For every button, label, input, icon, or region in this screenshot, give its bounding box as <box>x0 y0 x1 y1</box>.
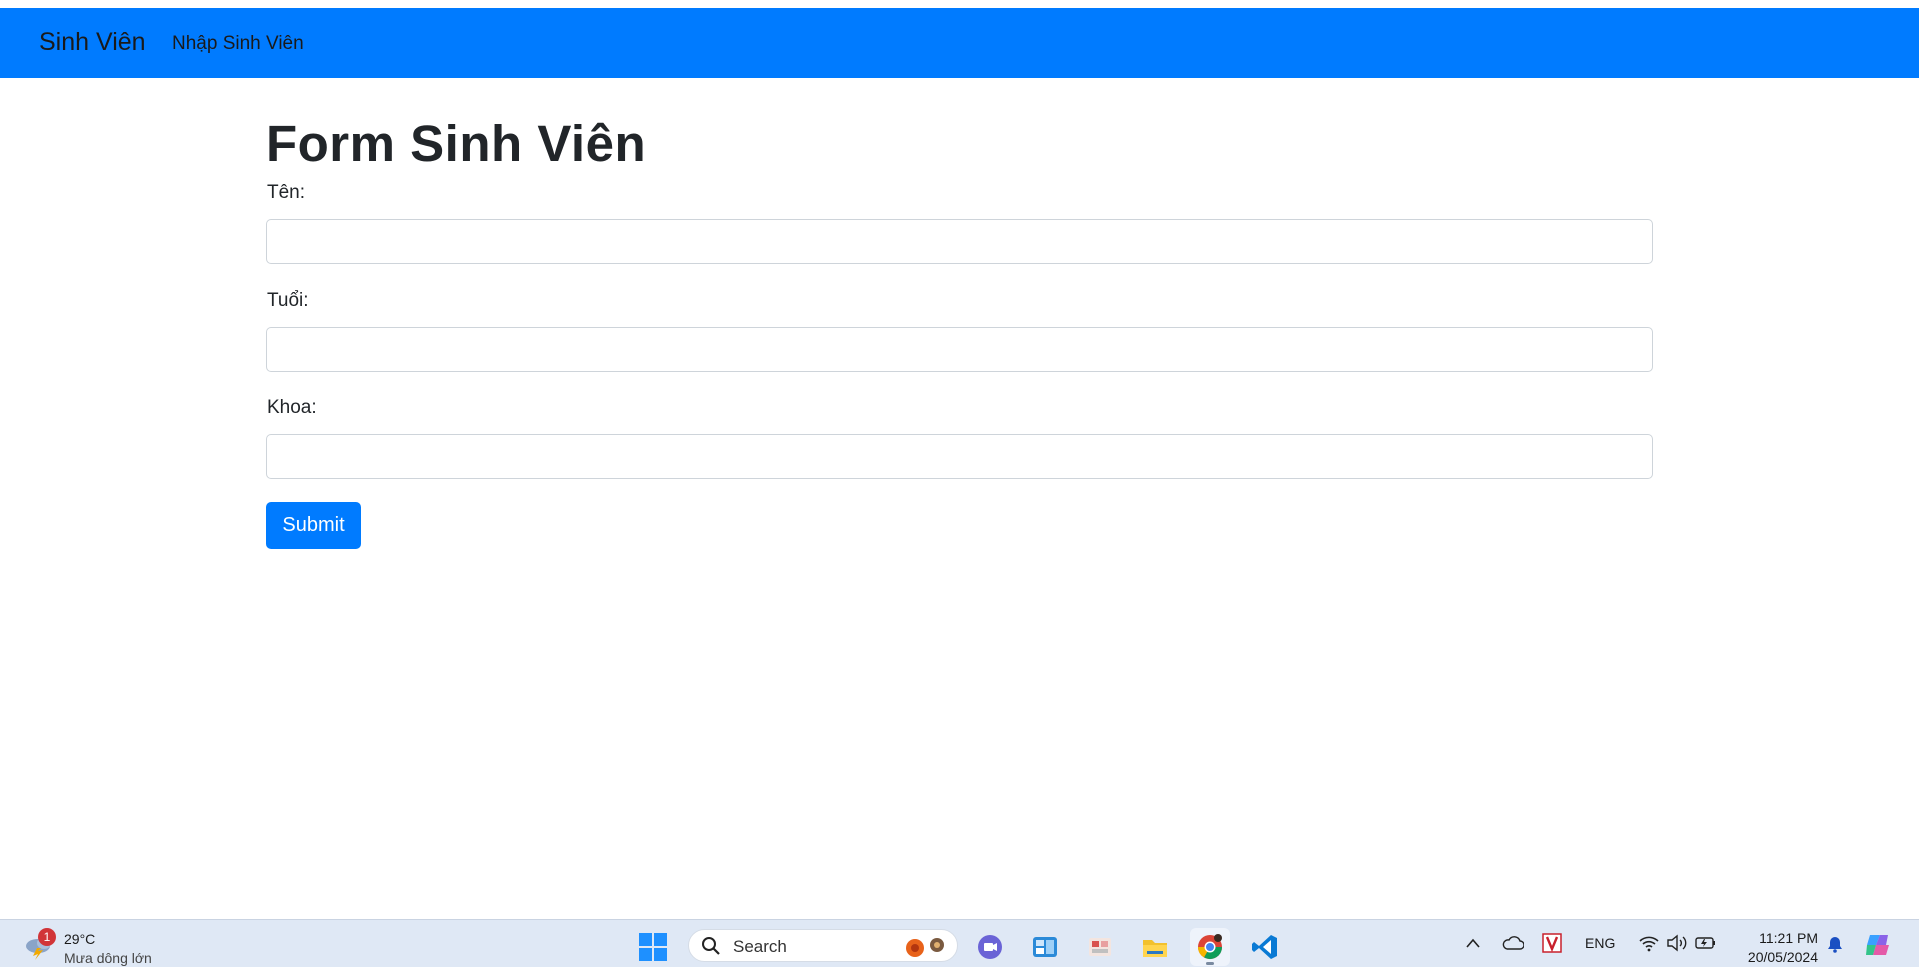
start-icon[interactable] <box>638 932 668 962</box>
chrome-icon <box>1198 934 1222 960</box>
search-placeholder: Search <box>733 937 787 956</box>
name-input[interactable] <box>266 219 1653 264</box>
notification-badge: 1 <box>38 928 56 946</box>
age-label: Tuổi: <box>267 290 309 311</box>
page-title: Form Sinh Viên <box>266 115 647 172</box>
name-label: Tên: <box>267 182 306 203</box>
nav-link-nhap-sinh-vien[interactable]: Nhập Sinh Viên <box>172 33 304 55</box>
copilot-icon[interactable] <box>1864 931 1892 959</box>
onedrive-icon[interactable] <box>1502 935 1524 951</box>
file-explorer-app[interactable] <box>1135 928 1175 966</box>
chrome-app[interactable] <box>1190 928 1230 966</box>
wifi-icon[interactable] <box>1638 934 1660 952</box>
taskbar: 1 29°C Mưa dông lớn Search ENG 11:21 PM … <box>0 919 1919 967</box>
navbar-brand[interactable]: Sinh Viên <box>39 28 146 57</box>
active-indicator <box>1206 962 1214 965</box>
widgets-app[interactable] <box>1025 928 1065 966</box>
navbar: Sinh Viên Nhập Sinh Viên <box>0 8 1919 78</box>
vscode-icon <box>1252 935 1277 959</box>
antivirus-icon[interactable] <box>1542 933 1562 953</box>
clock-time: 11:21 PM <box>1759 930 1818 946</box>
search-highlight-icon <box>906 938 944 957</box>
weather-temperature: 29°C <box>64 931 96 947</box>
media-icon <box>1089 938 1111 956</box>
weather-condition: Mưa dông lớn <box>64 950 152 966</box>
search-icon <box>702 937 720 955</box>
submit-button[interactable]: Submit <box>266 502 361 549</box>
widgets-icon <box>1033 937 1057 957</box>
faculty-label: Khoa: <box>267 397 317 418</box>
vscode-app[interactable] <box>1245 928 1285 966</box>
clock-date: 20/05/2024 <box>1747 949 1818 965</box>
faculty-input[interactable] <box>266 434 1653 479</box>
battery-icon[interactable] <box>1695 935 1717 951</box>
file-explorer-icon <box>1143 940 1167 957</box>
age-input[interactable] <box>266 327 1653 372</box>
weather-widget[interactable]: 1 29°C Mưa dông lớn <box>20 928 200 968</box>
volume-icon[interactable] <box>1666 934 1688 952</box>
media-app[interactable] <box>1080 928 1120 966</box>
teams-icon <box>978 935 1002 959</box>
window-top-strip <box>0 0 1919 8</box>
taskbar-search[interactable]: Search <box>688 929 958 962</box>
system-clock[interactable]: 11:21 PM 20/05/2024 <box>1738 929 1818 967</box>
chevron-up-icon[interactable] <box>1466 938 1480 948</box>
teams-app[interactable] <box>970 928 1010 966</box>
language-indicator[interactable]: ENG <box>1585 935 1615 951</box>
notification-bell-icon[interactable] <box>1826 935 1844 953</box>
